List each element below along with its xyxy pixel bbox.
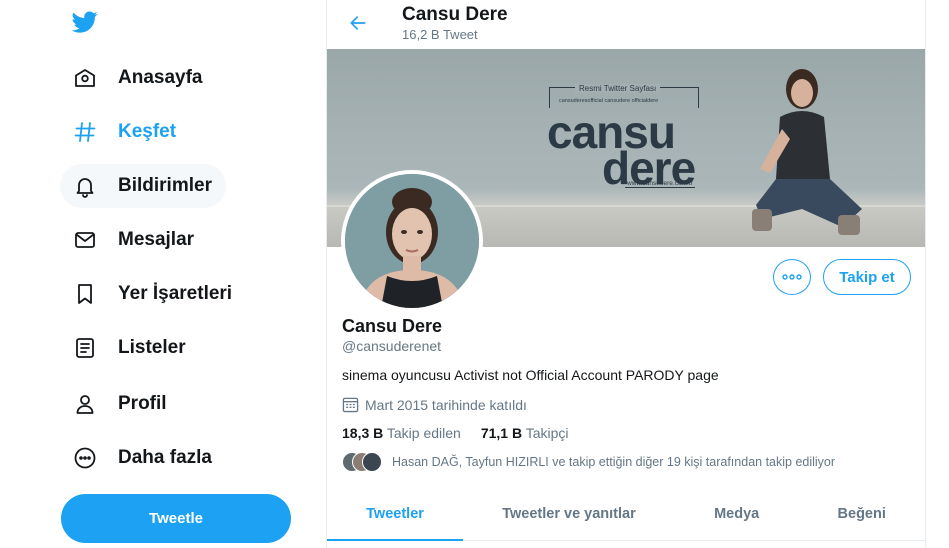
following-count: 18,3 B (342, 425, 384, 441)
profile-name: Cansu Dere (342, 316, 443, 336)
bell-icon (72, 173, 98, 199)
nav-explore[interactable]: Keşfet (60, 110, 190, 154)
more-options-button[interactable] (773, 259, 811, 295)
tab-media[interactable]: Medya (675, 488, 798, 540)
nav-label: Profil (118, 393, 167, 414)
nav-lists[interactable]: Listeler (60, 326, 200, 370)
bookmark-icon (72, 281, 98, 307)
profile-handle: @cansuderenet (342, 338, 442, 354)
nav-label: Keşfet (118, 121, 177, 142)
followers-stat[interactable]: 71,1 B Takipçi (481, 425, 569, 441)
following-label: Takip edilen (386, 425, 461, 441)
hashtag-icon (72, 119, 98, 145)
nav-label: Listeler (118, 337, 186, 358)
join-date: Mart 2015 tarihinde katıldı (342, 396, 527, 413)
nav-notifications[interactable]: Bildirimler (60, 164, 226, 208)
nav-label: Bildirimler (118, 175, 212, 196)
avatar-photo (345, 174, 479, 308)
banner-handles: cansuderesofficial cansudere officialder… (559, 98, 659, 104)
envelope-icon (72, 227, 98, 253)
followers-label: Takipçi (525, 425, 569, 441)
back-arrow-icon[interactable] (343, 8, 373, 38)
profile-header: Cansu Dere 16,2 B Tweet (327, 0, 925, 48)
followed-by-text: Hasan DAĞ, Tayfun HIZIRLI ve takip ettiğ… (392, 455, 836, 469)
tab-tweets[interactable]: Tweetler (327, 488, 464, 541)
followers-count: 71,1 B (480, 425, 523, 441)
sidebar: Anasayfa Keşfet Bildirimler Mesajlar Yer… (0, 0, 326, 548)
person-icon (72, 391, 98, 417)
mutual-avatars (342, 452, 384, 472)
followed-by[interactable]: Hasan DAĞ, Tayfun HIZIRLI ve takip ettiğ… (342, 452, 835, 472)
profile-tabs: Tweetler Tweetler ve yanıtlar Medya Beğe… (327, 488, 925, 541)
profile-avatar[interactable] (341, 170, 483, 312)
nav-label: Yer İşaretleri (118, 283, 233, 304)
more-circle-icon (72, 445, 98, 471)
tweet-count: 16,2 B Tweet (402, 27, 478, 42)
nav-label: Anasayfa (118, 67, 203, 88)
nav-bookmarks[interactable]: Yer İşaretleri (60, 272, 246, 316)
banner-subtitle: Resmi Twitter Sayfası (575, 84, 661, 93)
list-icon (72, 335, 98, 361)
nav-messages[interactable]: Mesajlar (60, 218, 208, 262)
banner-person-image (752, 69, 862, 235)
nav-label: Mesajlar (118, 229, 195, 250)
following-stat[interactable]: 18,3 B Takip edilen (342, 425, 461, 441)
profile-bio: sinema oyuncusu Activist not Official Ac… (342, 367, 719, 383)
banner-url: www.cansudere.com.tr (625, 180, 695, 188)
profile-column: Cansu Dere 16,2 B Tweet Resmi Twitter Sa… (326, 0, 926, 548)
calendar-icon (342, 397, 359, 413)
follow-stats: 18,3 B Takip edilen 71,1 B Takipçi (342, 425, 589, 441)
tweet-button[interactable]: Tweetle (61, 494, 291, 543)
join-date-text: Mart 2015 tarihinde katıldı (365, 396, 527, 413)
tab-likes[interactable]: Beğeni (798, 488, 925, 540)
nav-more[interactable]: Daha fazla (60, 436, 226, 480)
more-dots-icon (782, 274, 802, 280)
header-name: Cansu Dere (402, 4, 508, 25)
twitter-bird-icon[interactable] (70, 9, 100, 35)
nav-profile[interactable]: Profil (60, 382, 181, 426)
nav-label: Daha fazla (118, 447, 212, 468)
tab-tweets-replies[interactable]: Tweetler ve yanıtlar (463, 488, 675, 540)
home-icon (72, 65, 98, 91)
follow-button[interactable]: Takip et (823, 259, 911, 295)
mutual-avatar (362, 452, 382, 472)
nav-home[interactable]: Anasayfa (60, 56, 217, 100)
